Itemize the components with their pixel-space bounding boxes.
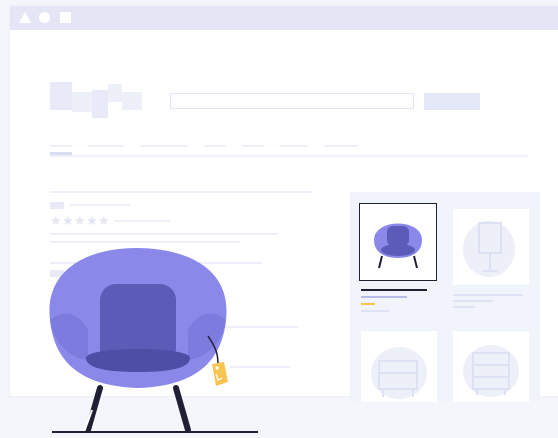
nightstand-thumbnail-icon[interactable] bbox=[361, 331, 437, 402]
floor-lamp-thumbnail-icon[interactable] bbox=[453, 209, 529, 285]
thumbnail-caption bbox=[453, 300, 493, 302]
star-icon: ★ bbox=[74, 213, 86, 228]
star-icon: ★ bbox=[50, 213, 62, 228]
triangle-icon[interactable] bbox=[19, 12, 31, 23]
nav-item[interactable] bbox=[88, 145, 124, 147]
product-subtitle-placeholder bbox=[70, 204, 130, 206]
star-icon: ★ bbox=[62, 213, 74, 228]
dresser-thumbnail-icon[interactable] bbox=[453, 331, 529, 402]
nav-item[interactable] bbox=[324, 145, 358, 147]
description-line bbox=[50, 233, 278, 235]
armchair-thumbnail-icon[interactable] bbox=[359, 203, 437, 281]
product-title-placeholder bbox=[50, 191, 312, 193]
search-button[interactable] bbox=[424, 93, 480, 110]
product-subtitle-placeholder bbox=[50, 202, 64, 209]
nav-divider bbox=[50, 155, 528, 157]
nav-item[interactable] bbox=[242, 145, 264, 147]
armchair-illustration-icon bbox=[40, 240, 260, 433]
thumbnail-price bbox=[361, 303, 375, 305]
star-icon: ★ bbox=[86, 213, 98, 228]
thumbnail-caption bbox=[361, 310, 389, 312]
nav-item[interactable] bbox=[204, 145, 226, 147]
thumbnail-caption bbox=[453, 306, 475, 308]
nav-item[interactable] bbox=[280, 145, 308, 147]
thumbnail-caption bbox=[453, 294, 523, 296]
star-icon: ★ bbox=[98, 213, 110, 228]
rating-count-placeholder bbox=[114, 220, 170, 222]
thumbnail-panel bbox=[350, 192, 540, 402]
circle-icon[interactable] bbox=[39, 12, 50, 23]
thumbnail-caption bbox=[361, 296, 407, 298]
nav-item[interactable] bbox=[50, 145, 72, 147]
window-titlebar bbox=[10, 6, 558, 30]
square-icon[interactable] bbox=[60, 12, 71, 23]
nav-item[interactable] bbox=[140, 145, 188, 147]
thumbnail-caption bbox=[361, 289, 427, 291]
search-input[interactable] bbox=[170, 93, 414, 109]
